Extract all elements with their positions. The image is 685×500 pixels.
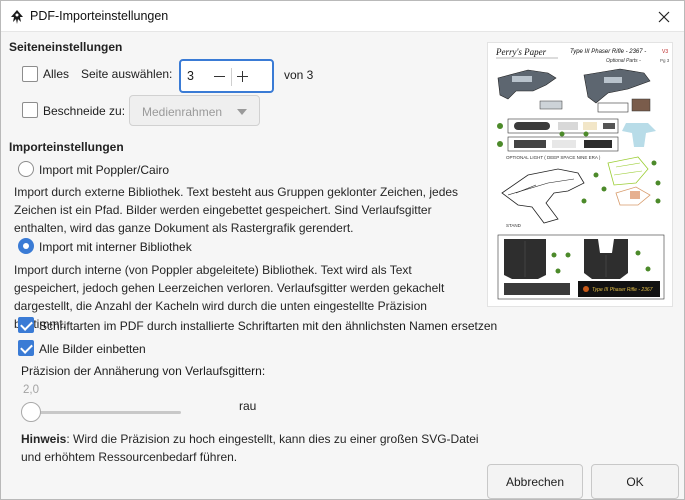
page-count-label: von 3 (284, 68, 314, 82)
all-pages-checkbox[interactable] (22, 66, 38, 82)
precision-value: 2,0 (23, 384, 39, 396)
hint-note-text: : Wird die Präzision zu hoch eingestellt… (21, 432, 479, 464)
internal-label: Import mit interner Bibliothek (39, 240, 192, 254)
import-settings-heading: Importeinstellungen (9, 140, 124, 154)
spin-divider (231, 68, 232, 86)
page-spinbutton[interactable]: 3 (179, 59, 274, 93)
clip-dropdown[interactable]: Medienrahmen (129, 95, 260, 126)
preview-stand: STAND (506, 223, 522, 228)
hint-note: Hinweis: Wird die Präzision zu hoch eing… (21, 430, 481, 466)
precision-label: Präzision der Annäherung von Verlaufsgit… (21, 364, 266, 378)
poppler-label: Import mit Poppler/Cairo (39, 163, 170, 177)
preview-subtitle: Optional Parts - (606, 58, 641, 64)
clip-checkbox[interactable] (22, 102, 38, 118)
window-title: PDF-Importeinstellungen (30, 9, 169, 23)
precision-slider-track[interactable] (23, 411, 181, 414)
increment-icon-vertical (242, 71, 243, 82)
dialog-content: Seiteneinstellungen Alles Seite auswähle… (1, 32, 684, 499)
clip-dropdown-value: Medienrahmen (142, 105, 223, 119)
poppler-radio[interactable] (18, 161, 34, 177)
preview-model: Type III Phaser Rifle - 2367 - (570, 49, 646, 55)
internal-radio[interactable] (18, 238, 34, 254)
all-pages-label: Alles (43, 67, 70, 81)
preview-optional-light: OPTIONAL LIGHT ( DEEP SPACE NINE ERA ) (506, 155, 601, 160)
clip-label: Beschneide zu: (43, 104, 126, 118)
cancel-button[interactable]: Abbrechen (487, 464, 583, 499)
preview-subtitle-suffix: Pg 3 (660, 58, 670, 63)
inkscape-icon (11, 10, 23, 24)
hint-note-bold: Hinweis (21, 432, 67, 446)
poppler-description: Import durch externe Bibliothek. Text be… (14, 185, 459, 235)
precision-hint: rau (239, 399, 257, 413)
close-icon (658, 11, 670, 22)
replace-fonts-checkbox[interactable] (18, 317, 34, 333)
chevron-down-icon (237, 109, 247, 115)
precision-slider-handle[interactable] (21, 402, 41, 422)
preview-model-suffix: V3 (662, 49, 668, 55)
preview-graphic: Perry's Paper Type III Phaser Rifle - 23… (495, 47, 670, 300)
page-value[interactable]: 3 (187, 69, 194, 83)
embed-images-label: Alle Bilder einbetten (39, 342, 146, 356)
page-preview: Perry's Paper Type III Phaser Rifle - 23… (487, 42, 673, 307)
select-page-label: Seite auswählen: (81, 67, 173, 81)
preview-panel-text: Type III Phaser Rifle - 2367 (592, 287, 653, 293)
preview-brand: Perry's Paper (495, 47, 547, 57)
decrement-icon[interactable] (214, 76, 225, 77)
embed-images-checkbox[interactable] (18, 340, 34, 356)
ok-button[interactable]: OK (591, 464, 679, 499)
replace-fonts-label: Schriftarten im PDF durch installierte S… (39, 319, 498, 333)
pdf-import-dialog: PDF-Importeinstellungen Seiteneinstellun… (0, 0, 685, 500)
close-button[interactable] (644, 1, 684, 32)
title-bar: PDF-Importeinstellungen (1, 1, 684, 32)
page-settings-heading: Seiteneinstellungen (9, 40, 123, 54)
